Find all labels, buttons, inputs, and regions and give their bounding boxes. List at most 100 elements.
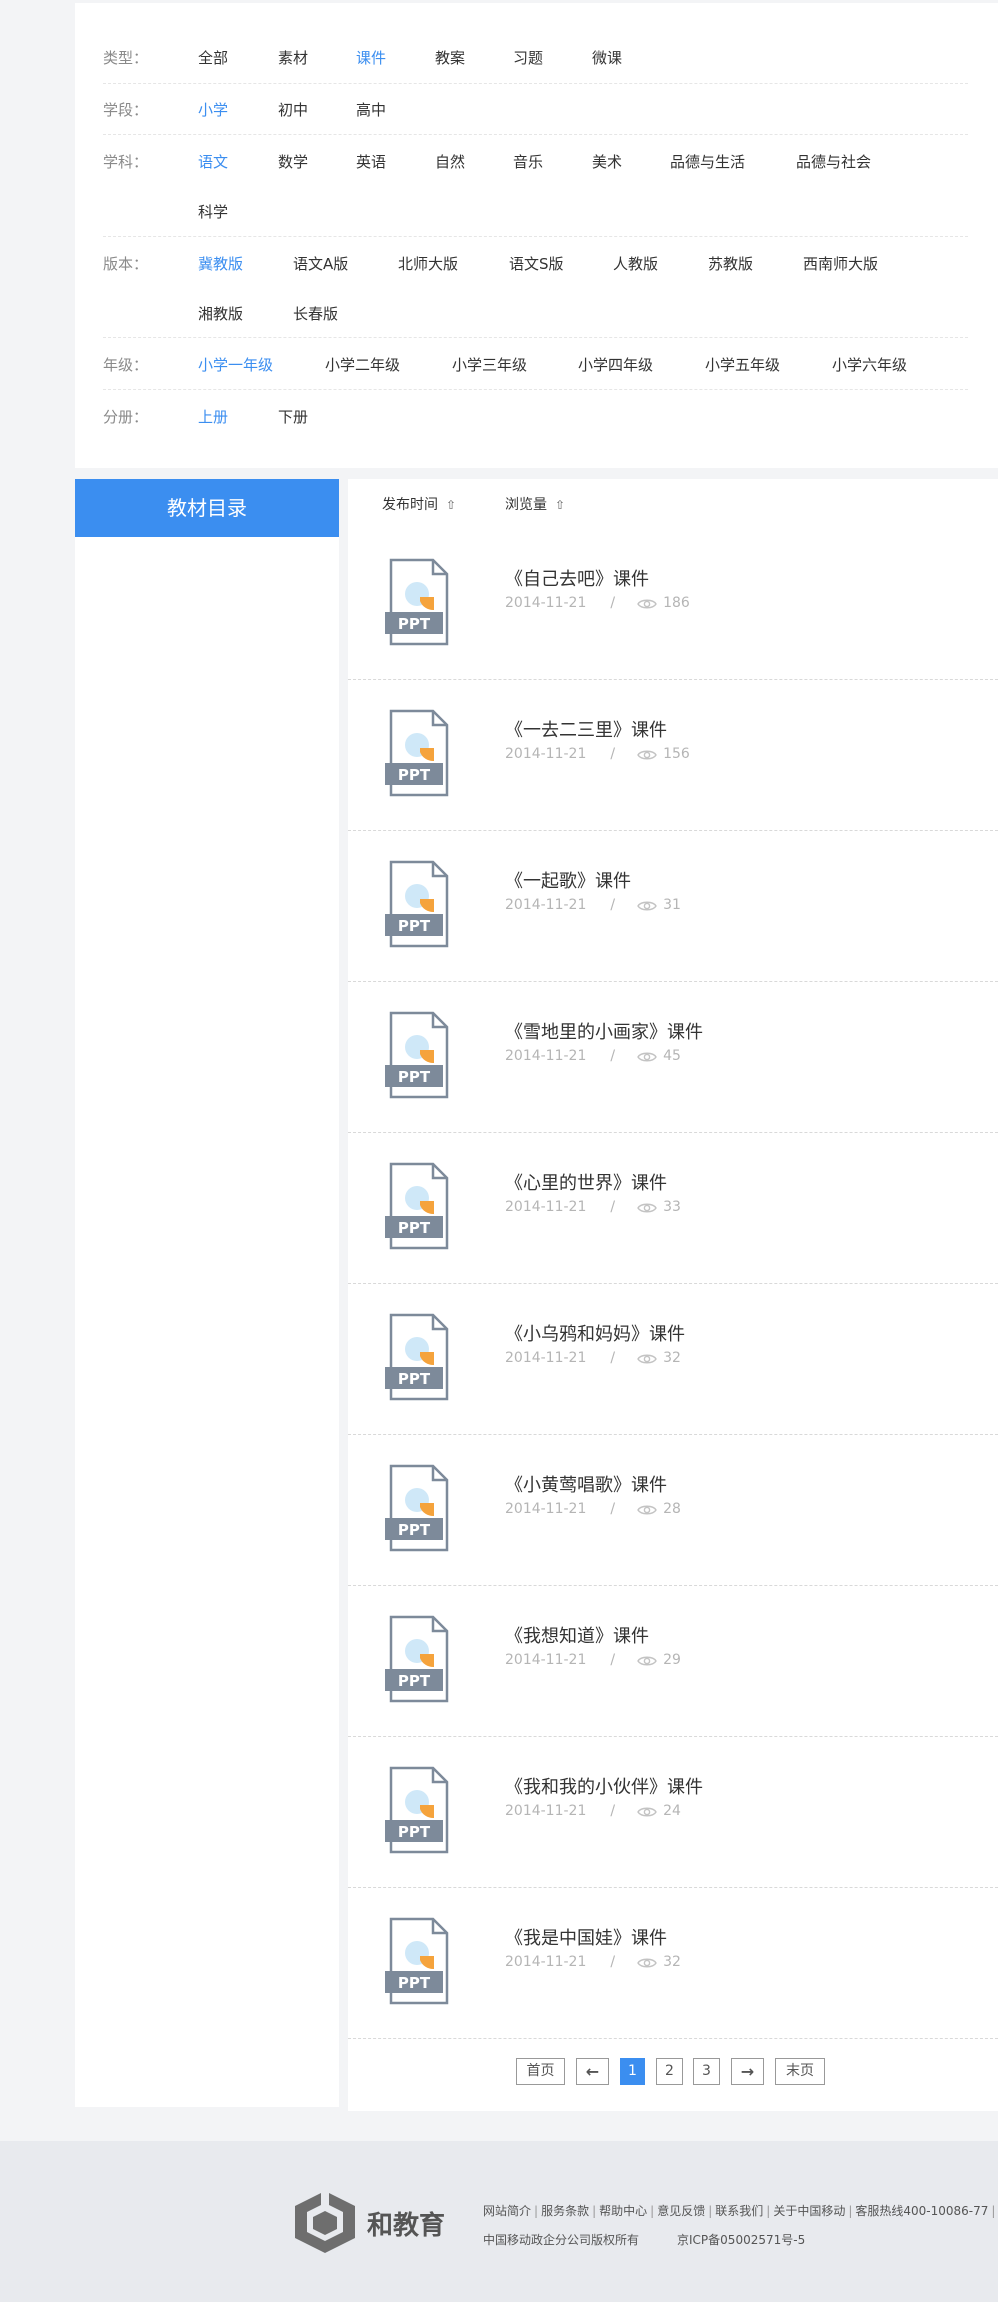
arrow-up-icon: ⇧ <box>555 498 566 512</box>
meta-separator: / <box>610 746 616 762</box>
footer-link-help[interactable]: 帮助中心 <box>599 2204 647 2218</box>
pager-page-2[interactable]: 2 <box>656 2058 683 2085</box>
resource-title[interactable]: 《自己去吧》课件 <box>505 565 649 591</box>
resource-date: 2014-11-21 <box>505 1652 587 1668</box>
resource-title[interactable]: 《一去二三里》课件 <box>505 716 667 742</box>
filter-option-xiangjiao[interactable]: 湘教版 <box>198 303 243 324</box>
filter-option-math[interactable]: 数学 <box>278 151 308 172</box>
filter-option-science[interactable]: 科学 <box>198 201 228 222</box>
ppt-file-icon: PPT <box>385 1162 449 1250</box>
filter-option-morality-life[interactable]: 品德与生活 <box>670 151 745 172</box>
footer-link-about[interactable]: 网站简介 <box>483 2204 531 2218</box>
resource-views: 31 <box>663 897 681 913</box>
resource-item[interactable]: PPT 《我是中国娃》课件 2014-11-21 / 32 <box>348 1888 998 2039</box>
pager-page-3[interactable]: 3 <box>693 2058 720 2085</box>
filter-option-grade-6[interactable]: 小学六年级 <box>832 354 907 375</box>
site-footer: 和教育 网站简介 | 服务条款 | 帮助中心 | 意见反馈 | 联系我们 | 关于中国移动 | 客服热线… <box>0 2141 998 2302</box>
resource-item[interactable]: PPT 《小乌鸦和妈妈》课件 2014-11-21 / 32 <box>348 1284 998 1435</box>
filter-option-micro-lesson[interactable]: 微课 <box>592 47 622 68</box>
resource-title[interactable]: 《心里的世界》课件 <box>505 1169 667 1195</box>
filter-panel: 类型： 全部 素材 课件 教案 习题 微课 学段： 小学 初中 高中 学科： 语… <box>75 3 998 468</box>
filter-option-renjiao[interactable]: 人教版 <box>613 253 658 274</box>
pagination: 首页 ← 1 2 3 → 末页 <box>348 2058 998 2086</box>
resource-title[interactable]: 《小乌鸦和妈妈》课件 <box>505 1320 685 1346</box>
eye-icon <box>637 1505 657 1515</box>
resource-title[interactable]: 《小黄莺唱歌》课件 <box>505 1471 667 1497</box>
filter-option-exercise[interactable]: 习题 <box>513 47 543 68</box>
sort-by-time[interactable]: 发布时间 ⇧ <box>382 494 456 514</box>
filter-option-jijiao[interactable]: 冀教版 <box>198 253 243 274</box>
resource-views: 28 <box>663 1501 681 1517</box>
eye-icon <box>637 599 657 609</box>
footer-link-terms[interactable]: 服务条款 <box>541 2204 589 2218</box>
filter-row-grade: 年级： 小学一年级 小学二年级 小学三年级 小学四年级 小学五年级 小学六年级 <box>103 338 968 390</box>
filter-option-material[interactable]: 素材 <box>278 47 308 68</box>
resource-views: 45 <box>663 1048 681 1064</box>
sort-by-views[interactable]: 浏览量 ⇧ <box>505 494 565 514</box>
eye-icon <box>637 1958 657 1968</box>
filter-option-lesson-plan[interactable]: 教案 <box>435 47 465 68</box>
resource-meta: 2014-11-21 / 24 <box>505 1803 681 1819</box>
filter-option-xinanshida[interactable]: 西南师大版 <box>803 253 878 274</box>
resource-item[interactable]: PPT 《我想知道》课件 2014-11-21 / 29 <box>348 1586 998 1737</box>
filter-option-art[interactable]: 美术 <box>592 151 622 172</box>
filter-option-volume-1[interactable]: 上册 <box>198 406 228 427</box>
resource-date: 2014-11-21 <box>505 1954 587 1970</box>
filter-option-grade-4[interactable]: 小学四年级 <box>578 354 653 375</box>
resource-meta: 2014-11-21 / 32 <box>505 1350 681 1366</box>
resource-item[interactable]: PPT 《我和我的小伙伴》课件 2014-11-21 / 24 <box>348 1737 998 1888</box>
filter-option-morality-society[interactable]: 品德与社会 <box>796 151 871 172</box>
filter-option-music[interactable]: 音乐 <box>513 151 543 172</box>
filter-option-chinese[interactable]: 语文 <box>198 151 228 172</box>
resource-title[interactable]: 《雪地里的小画家》课件 <box>505 1018 703 1044</box>
filter-option-yuwen-s[interactable]: 语文S版 <box>509 253 564 274</box>
resource-meta: 2014-11-21 / 31 <box>505 897 681 913</box>
filter-label: 学科： <box>103 153 149 171</box>
pager-prev[interactable]: ← <box>576 2058 609 2085</box>
footer-link-about-cmcc[interactable]: 关于中国移动 <box>773 2204 845 2218</box>
resource-title[interactable]: 《我是中国娃》课件 <box>505 1924 667 1950</box>
ppt-label: PPT <box>398 1823 431 1841</box>
filter-row-volume: 分册： 上册 下册 <box>103 390 968 442</box>
filter-option-grade-2[interactable]: 小学二年级 <box>325 354 400 375</box>
footer-copyright: 中国移动政企分公司版权所有 京ICP备05002571号-5 <box>483 2231 805 2248</box>
resource-item[interactable]: PPT 《小黄莺唱歌》课件 2014-11-21 / 28 <box>348 1435 998 1586</box>
meta-separator: / <box>610 1199 616 1215</box>
resource-item[interactable]: PPT 《一起歌》课件 2014-11-21 / 31 <box>348 831 998 982</box>
filter-option-changchun[interactable]: 长春版 <box>293 303 338 324</box>
resource-item[interactable]: PPT 《自己去吧》课件 2014-11-21 / 186 <box>348 529 998 680</box>
pager-next[interactable]: → <box>731 2058 764 2085</box>
filter-option-volume-2[interactable]: 下册 <box>278 406 308 427</box>
filter-option-yuwen-a[interactable]: 语文A版 <box>293 253 348 274</box>
filter-option-courseware[interactable]: 课件 <box>356 47 386 68</box>
filter-option-grade-1[interactable]: 小学一年级 <box>198 354 273 375</box>
resource-item[interactable]: PPT 《雪地里的小画家》课件 2014-11-21 / 45 <box>348 982 998 1133</box>
filter-option-senior[interactable]: 高中 <box>356 99 386 120</box>
resource-meta: 2014-11-21 / 28 <box>505 1501 681 1517</box>
resource-item[interactable]: PPT 《一去二三里》课件 2014-11-21 / 156 <box>348 680 998 831</box>
resource-title[interactable]: 《我想知道》课件 <box>505 1622 649 1648</box>
ppt-file-icon: PPT <box>385 1011 449 1099</box>
filter-option-beishida[interactable]: 北师大版 <box>398 253 458 274</box>
filter-option-all[interactable]: 全部 <box>198 47 228 68</box>
pager-last[interactable]: 末页 <box>775 2058 825 2085</box>
resource-date: 2014-11-21 <box>505 746 587 762</box>
filter-option-junior[interactable]: 初中 <box>278 99 308 120</box>
pager-first[interactable]: 首页 <box>516 2058 565 2085</box>
ppt-label: PPT <box>398 1521 431 1539</box>
resource-title[interactable]: 《一起歌》课件 <box>505 867 631 893</box>
footer-link-contact[interactable]: 联系我们 <box>715 2204 763 2218</box>
resource-date: 2014-11-21 <box>505 1199 587 1215</box>
filter-option-grade-3[interactable]: 小学三年级 <box>452 354 527 375</box>
filter-option-nature[interactable]: 自然 <box>435 151 465 172</box>
resource-title[interactable]: 《我和我的小伙伴》课件 <box>505 1773 703 1799</box>
sidebar-title: 教材目录 <box>75 479 339 537</box>
pager-page-1[interactable]: 1 <box>620 2058 645 2085</box>
footer-link-feedback[interactable]: 意见反馈 <box>657 2204 705 2218</box>
sort-bar: 发布时间 ⇧ 浏览量 ⇧ <box>348 479 998 529</box>
filter-option-grade-5[interactable]: 小学五年级 <box>705 354 780 375</box>
resource-item[interactable]: PPT 《心里的世界》课件 2014-11-21 / 33 <box>348 1133 998 1284</box>
filter-option-primary[interactable]: 小学 <box>198 99 228 120</box>
filter-option-english[interactable]: 英语 <box>356 151 386 172</box>
filter-option-sujiao[interactable]: 苏教版 <box>708 253 753 274</box>
